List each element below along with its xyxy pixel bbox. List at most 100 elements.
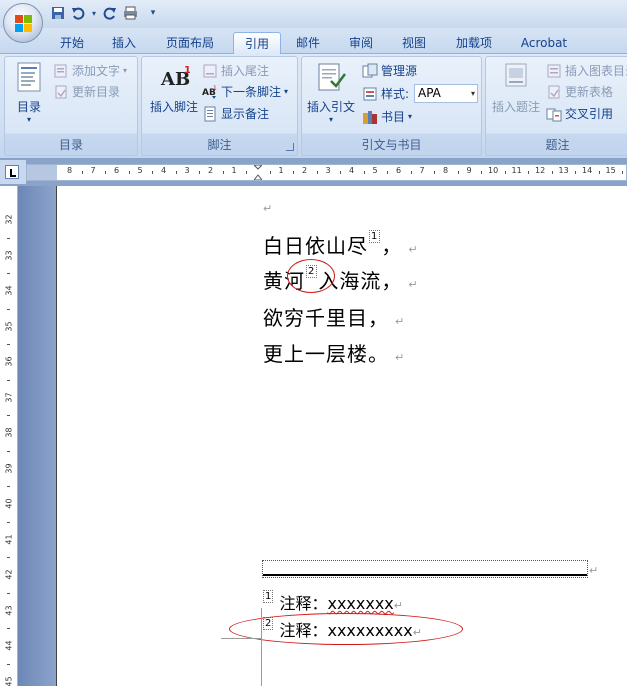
ruler-tick (222, 171, 224, 174)
ruler-tick (175, 171, 177, 174)
insert-endnote-button[interactable]: 插入尾注 (202, 61, 269, 81)
cross-reference-button[interactable]: 交叉引用 (546, 104, 613, 124)
citation-style-dropdown-icon: ▾ (470, 89, 475, 98)
vertical-ruler[interactable]: 32 33 34 35 36 37 38 39 40 41 42 43 44 45 (0, 186, 18, 686)
tab-add-ins[interactable]: 加载项 (448, 32, 500, 54)
tab-review[interactable]: 审阅 (341, 32, 381, 54)
group-footnotes: AB 1 插入脚注 插入尾注 AB 1 下一条脚注 ▾ 显示备注 脚注 (141, 56, 298, 156)
ruler-tick (316, 171, 318, 174)
poem-line-4[interactable]: 更上一层楼。 ↵ (263, 338, 405, 367)
insert-citation-button[interactable]: 插入引文 ▾ (305, 61, 357, 124)
insert-citation-label: 插入引文 (306, 100, 355, 114)
next-footnote-button[interactable]: AB 1 下一条脚注 ▾ (202, 82, 288, 102)
ruler-tick (7, 308, 10, 310)
customize-qat-icon[interactable]: ▾ (148, 5, 158, 21)
ruler-tick (340, 171, 342, 174)
ruler-number: 37 (4, 391, 14, 403)
group-citations: 插入引文 ▾ 管理源 样式: APA ▾ 书目 ▾ 引文与书目 (301, 56, 482, 156)
office-button[interactable] (3, 3, 43, 43)
ruler-tick (199, 171, 201, 174)
update-table-icon (546, 84, 562, 100)
manage-sources-label: 管理源 (381, 64, 418, 78)
insert-caption-button[interactable]: 插入题注 (488, 61, 544, 115)
tab-references[interactable]: 引用 (233, 32, 281, 54)
insert-footnote-button[interactable]: AB 1 插入脚注 (145, 61, 203, 115)
insert-table-of-figures-label: 插入图表目录 (565, 64, 627, 78)
ruler-number: 32 (4, 214, 14, 225)
update-table-button[interactable]: 更新表格 (546, 82, 613, 102)
manage-sources-button[interactable]: 管理源 (362, 61, 417, 81)
print-icon[interactable] (122, 5, 138, 21)
tab-home[interactable]: 开始 (52, 32, 92, 54)
ruler-number: 7 (90, 166, 96, 175)
tab-insert[interactable]: 插入 (104, 32, 144, 54)
ruler-tick (246, 171, 248, 174)
ruler-number: 43 (4, 604, 14, 616)
redo-icon[interactable] (102, 5, 118, 21)
insert-table-of-figures-button[interactable]: 插入图表目录 (546, 61, 627, 81)
undo-dropdown-icon[interactable]: ▾ (90, 5, 98, 21)
annotation-ellipse-footnote (229, 613, 463, 645)
ruler-number: 45 (4, 675, 14, 686)
ruler-tick (269, 171, 271, 174)
footnote-1-number: 1 (263, 590, 274, 603)
svg-text:1: 1 (213, 85, 217, 92)
ruler-number: 8 (67, 166, 73, 175)
ruler-number: 42 (4, 569, 14, 580)
tab-acrobat[interactable]: Acrobat (512, 32, 576, 54)
update-toc-button[interactable]: 更新目录 (53, 82, 120, 102)
update-toc-icon (53, 84, 69, 100)
ruler-number: 39 (4, 462, 14, 474)
ruler-tick (7, 415, 10, 417)
tab-view[interactable]: 视图 (394, 32, 434, 54)
citation-style-value: APA (418, 86, 441, 100)
bibliography-button[interactable]: 书目 ▾ (362, 107, 412, 127)
ruler-number: 1 (278, 166, 284, 175)
footnote-ref-1[interactable]: 1 (369, 230, 381, 243)
paragraph-mark: ↵ (589, 564, 599, 577)
manage-sources-icon (362, 63, 378, 79)
poem-line-3[interactable]: 欲穷千里目， ↵ (263, 302, 405, 331)
show-notes-button[interactable]: 显示备注 (202, 104, 269, 124)
ruler-tick (7, 237, 10, 239)
ruler-tick (504, 171, 506, 174)
cross-reference-icon (546, 106, 562, 122)
footnote-separator-line (263, 574, 587, 576)
group-citations-label: 引文与书目 (361, 138, 422, 152)
poem-line-3-text: 欲穷千里目， (263, 306, 389, 330)
update-toc-label: 更新目录 (72, 85, 121, 99)
paragraph-mark: ↵ (408, 243, 419, 256)
footnote-1-text: xxxxxxx (327, 594, 394, 613)
footnote-1[interactable]: 1 注释：xxxxxxx↵ (262, 590, 403, 614)
crop-mark (221, 638, 261, 639)
add-text-button[interactable]: 添加文字 ▾ (53, 61, 127, 81)
document-page[interactable]: ↵ 白日依山尽 1， ↵ 黄河 2 入海流， ↵ 欲穷千里目， ↵ 更上一层楼。 ↵ ↵ 1 … (56, 186, 627, 686)
next-footnote-icon: AB 1 (202, 84, 218, 100)
tab-selector-icon[interactable] (5, 165, 19, 179)
ruler-number: 15 (605, 166, 616, 175)
ruler-number: 12 (535, 166, 546, 175)
ruler-tick (105, 171, 107, 174)
tab-mailings[interactable]: 邮件 (288, 32, 328, 54)
crop-mark (261, 608, 262, 686)
ruler-tick (434, 171, 436, 174)
bibliography-icon (362, 109, 378, 125)
indent-marker-icon[interactable] (252, 164, 264, 181)
bibliography-label: 书目 (381, 110, 406, 124)
ruler-tick (7, 486, 10, 488)
ruler-tick (7, 628, 10, 630)
save-icon[interactable] (50, 5, 66, 21)
ruler-tick (622, 171, 624, 174)
paragraph-mark: ↵ (408, 278, 419, 291)
undo-icon[interactable] (70, 5, 86, 21)
ruler-tick (7, 521, 10, 523)
ruler-number: 9 (466, 166, 472, 175)
tab-page-layout[interactable]: 页面布局 (158, 32, 222, 54)
poem-line-1[interactable]: 白日依山尽 1， ↵ (263, 230, 419, 259)
citation-style-select[interactable]: APA ▾ (414, 84, 478, 103)
toc-button[interactable]: 目录 ▾ (9, 61, 49, 124)
horizontal-ruler[interactable]: 8 7 6 5 4 3 2 1 1 2 3 4 5 6 7 8 9 10 11 12 13 14 15 (26, 164, 627, 181)
svg-text:1: 1 (184, 65, 190, 76)
poem-line-2[interactable]: 黄河 2 入海流， ↵ (263, 265, 419, 294)
ruler-number: 38 (4, 427, 14, 438)
